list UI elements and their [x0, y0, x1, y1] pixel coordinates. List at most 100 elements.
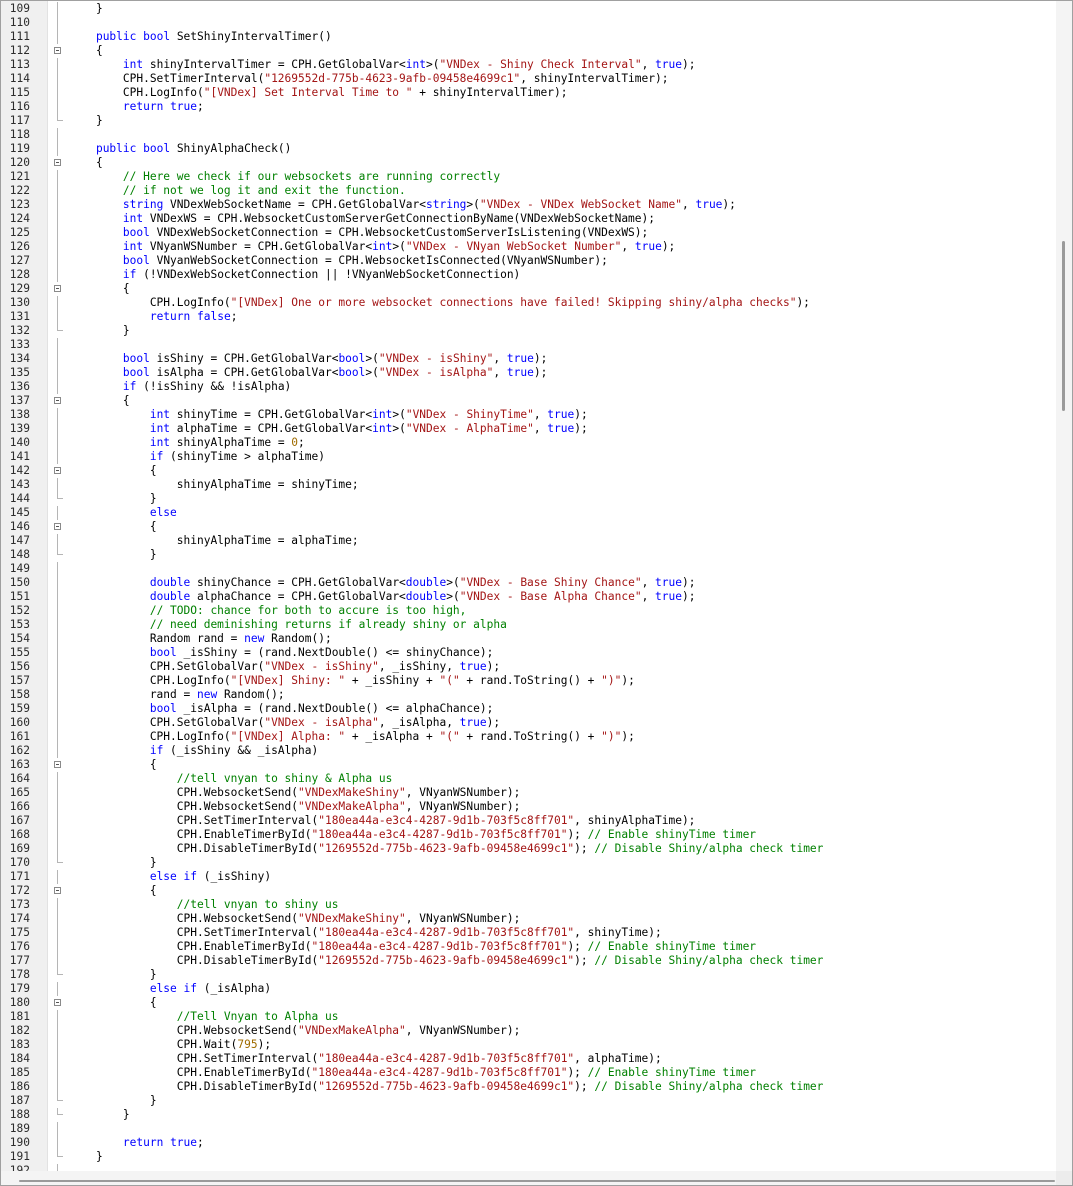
code-editor[interactable]: 109 } 110 111 public bool SetShinyInterval… [0, 0, 1073, 1186]
code-text[interactable]: CPH.SetTimerInterval("180ea44a-e3c4-4287… [69, 1052, 662, 1066]
code-line[interactable]: 173 //tell vnyan to shiny us [1, 898, 1057, 912]
code-line[interactable]: 166 CPH.WebsocketSend("VNDexMakeAlpha", … [1, 800, 1057, 814]
code-text[interactable]: // TODO: chance for both to accure is to… [69, 604, 467, 618]
code-text[interactable]: CPH.LogInfo("[VNDex] Set Interval Time t… [69, 86, 568, 100]
code-line[interactable]: 141 if (shinyTime > alphaTime) [1, 450, 1057, 464]
code-text[interactable]: // if not we log it and exit the functio… [69, 184, 406, 198]
code-text[interactable]: } [69, 548, 157, 562]
code-text[interactable]: { [69, 758, 157, 772]
code-line[interactable]: 176 CPH.EnableTimerById("180ea44a-e3c4-4… [1, 940, 1057, 954]
code-line[interactable]: 171 else if (_isShiny) [1, 870, 1057, 884]
code-text[interactable]: else if (_isShiny) [69, 870, 271, 884]
code-line[interactable]: 139 int alphaTime = CPH.GetGlobalVar<int… [1, 422, 1057, 436]
code-text[interactable]: if (!isShiny && !isAlpha) [69, 380, 291, 394]
code-line[interactable]: 130 CPH.LogInfo("[VNDex] One or more web… [1, 296, 1057, 310]
code-line[interactable]: 190 return true; [1, 1136, 1057, 1150]
code-line[interactable]: 121 // Here we check if our websockets a… [1, 170, 1057, 184]
code-line[interactable]: 178 } [1, 968, 1057, 982]
code-text[interactable]: CPH.LogInfo("[VNDex] Shiny: " + _isShiny… [69, 674, 635, 688]
horizontal-scrollbar-thumb[interactable] [19, 1180, 1055, 1182]
code-line[interactable]: 155 bool _isShiny = (rand.NextDouble() <… [1, 646, 1057, 660]
code-line[interactable]: 154 Random rand = new Random(); [1, 632, 1057, 646]
code-line[interactable]: 110 [1, 16, 1057, 30]
code-text[interactable]: { [69, 884, 157, 898]
code-line[interactable]: 124 int VNDexWS = CPH.WebsocketCustomSer… [1, 212, 1057, 226]
code-text[interactable]: CPH.SetGlobalVar("VNDex - isShiny", _isS… [69, 660, 500, 674]
code-line[interactable]: 123 string VNDexWebSocketName = CPH.GetG… [1, 198, 1057, 212]
code-line[interactable]: 159 bool _isAlpha = (rand.NextDouble() <… [1, 702, 1057, 716]
collapse-toggle-icon[interactable] [54, 47, 61, 54]
code-text[interactable]: CPH.SetTimerInterval("180ea44a-e3c4-4287… [69, 926, 662, 940]
code-text[interactable]: string VNDexWebSocketName = CPH.GetGloba… [69, 198, 736, 212]
code-line[interactable]: 158 rand = new Random(); [1, 688, 1057, 702]
code-line[interactable]: 143 shinyAlphaTime = shinyTime; [1, 478, 1057, 492]
code-line[interactable]: 145 else [1, 506, 1057, 520]
code-text[interactable]: //Tell Vnyan to Alpha us [69, 1010, 339, 1024]
code-text[interactable]: CPH.DisableTimerById("1269552d-775b-4623… [69, 954, 824, 968]
code-line[interactable]: 142 { [1, 464, 1057, 478]
code-text[interactable]: //tell vnyan to shiny us [69, 898, 339, 912]
code-text[interactable]: { [69, 282, 130, 296]
code-line[interactable]: 174 CPH.WebsocketSend("VNDexMakeShiny", … [1, 912, 1057, 926]
code-text[interactable]: } [69, 114, 103, 128]
code-line[interactable]: 177 CPH.DisableTimerById("1269552d-775b-… [1, 954, 1057, 968]
code-text[interactable]: //tell vnyan to shiny & Alpha us [69, 772, 393, 786]
code-line[interactable]: 133 [1, 338, 1057, 352]
code-line[interactable]: 157 CPH.LogInfo("[VNDex] Shiny: " + _isS… [1, 674, 1057, 688]
code-text[interactable]: CPH.WebsocketSend("VNDexMakeShiny", VNya… [69, 912, 521, 926]
code-line[interactable]: 113 int shinyIntervalTimer = CPH.GetGlob… [1, 58, 1057, 72]
code-line[interactable]: 109 } [1, 2, 1057, 16]
code-line[interactable]: 115 CPH.LogInfo("[VNDex] Set Interval Ti… [1, 86, 1057, 100]
code-line[interactable]: 150 double shinyChance = CPH.GetGlobalVa… [1, 576, 1057, 590]
code-line[interactable]: 187 } [1, 1094, 1057, 1108]
code-text[interactable]: CPH.LogInfo("[VNDex] Alpha: " + _isAlpha… [69, 730, 635, 744]
code-line[interactable]: 112 { [1, 44, 1057, 58]
code-text[interactable]: int shinyTime = CPH.GetGlobalVar<int>("V… [69, 408, 588, 422]
code-text[interactable]: } [69, 968, 157, 982]
code-line[interactable]: 168 CPH.EnableTimerById("180ea44a-e3c4-4… [1, 828, 1057, 842]
code-line[interactable]: 117 } [1, 114, 1057, 128]
code-text[interactable]: CPH.EnableTimerById("180ea44a-e3c4-4287-… [69, 940, 756, 954]
code-line[interactable]: 185 CPH.EnableTimerById("180ea44a-e3c4-4… [1, 1066, 1057, 1080]
code-text[interactable]: { [69, 996, 157, 1010]
code-text[interactable]: bool VNyanWebSocketConnection = CPH.Webs… [69, 254, 608, 268]
code-text[interactable]: else [69, 506, 177, 520]
code-text[interactable]: { [69, 44, 103, 58]
code-line[interactable]: 156 CPH.SetGlobalVar("VNDex - isShiny", … [1, 660, 1057, 674]
code-line[interactable]: 170 } [1, 856, 1057, 870]
code-text[interactable]: CPH.WebsocketSend("VNDexMakeShiny", VNya… [69, 786, 521, 800]
code-text[interactable]: CPH.LogInfo("[VNDex] One or more websock… [69, 296, 810, 310]
code-text[interactable]: { [69, 464, 157, 478]
code-line[interactable]: 114 CPH.SetTimerInterval("1269552d-775b-… [1, 72, 1057, 86]
code-line[interactable]: 125 bool VNDexWebSocketConnection = CPH.… [1, 226, 1057, 240]
code-line[interactable]: 188 } [1, 1108, 1057, 1122]
code-text[interactable]: } [69, 2, 103, 16]
code-text[interactable]: CPH.DisableTimerById("1269552d-775b-4623… [69, 842, 824, 856]
code-text[interactable]: if (_isShiny && _isAlpha) [69, 744, 318, 758]
code-text[interactable]: double alphaChance = CPH.GetGlobalVar<do… [69, 590, 696, 604]
code-line[interactable]: 191 } [1, 1150, 1057, 1164]
code-text[interactable]: shinyAlphaTime = shinyTime; [69, 478, 359, 492]
code-text[interactable]: CPH.SetGlobalVar("VNDex - isAlpha", _isA… [69, 716, 500, 730]
code-text[interactable]: return false; [69, 310, 238, 324]
code-line[interactable]: 135 bool isAlpha = CPH.GetGlobalVar<bool… [1, 366, 1057, 380]
code-text[interactable]: bool isAlpha = CPH.GetGlobalVar<bool>("V… [69, 366, 547, 380]
code-text[interactable]: shinyAlphaTime = alphaTime; [69, 534, 359, 548]
code-text[interactable]: int shinyIntervalTimer = CPH.GetGlobalVa… [69, 58, 696, 72]
code-text[interactable]: } [69, 324, 130, 338]
code-line[interactable]: 134 bool isShiny = CPH.GetGlobalVar<bool… [1, 352, 1057, 366]
code-line[interactable]: 169 CPH.DisableTimerById("1269552d-775b-… [1, 842, 1057, 856]
code-text[interactable]: public bool ShinyAlphaCheck() [69, 142, 291, 156]
horizontal-scrollbar[interactable] [1, 1171, 1072, 1185]
code-text[interactable]: else if (_isAlpha) [69, 982, 271, 996]
code-text[interactable]: // Here we check if our websockets are r… [69, 170, 500, 184]
code-lines[interactable]: 109 } 110 111 public bool SetShinyInterval… [1, 2, 1057, 1178]
vertical-scrollbar[interactable] [1056, 1, 1072, 1171]
code-text[interactable]: { [69, 156, 103, 170]
code-text[interactable]: CPH.EnableTimerById("180ea44a-e3c4-4287-… [69, 828, 756, 842]
code-text[interactable]: } [69, 1094, 157, 1108]
code-line[interactable]: 182 CPH.WebsocketSend("VNDexMakeAlpha", … [1, 1024, 1057, 1038]
code-line[interactable]: 160 CPH.SetGlobalVar("VNDex - isAlpha", … [1, 716, 1057, 730]
code-text[interactable]: bool _isShiny = (rand.NextDouble() <= sh… [69, 646, 494, 660]
code-text[interactable]: CPH.SetTimerInterval("180ea44a-e3c4-4287… [69, 814, 696, 828]
